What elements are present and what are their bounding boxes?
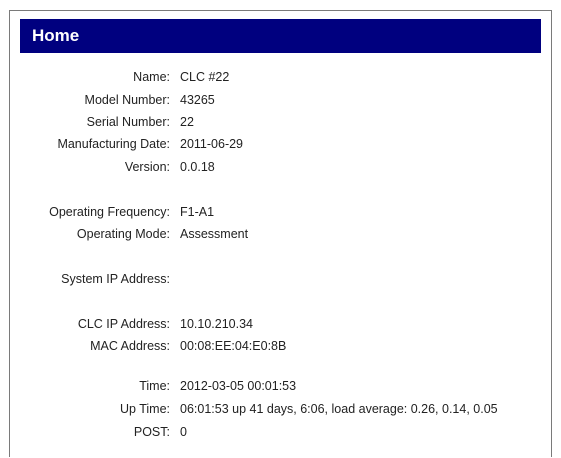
operating-mode-label: Operating Mode: <box>76 227 170 241</box>
clc-ip-label: CLC IP Address: <box>77 317 170 331</box>
page-header: Home <box>20 19 541 53</box>
mac-address-value: 00:08:EE:04:E0:8B <box>180 339 287 353</box>
operating-frequency-value: F1-A1 <box>180 205 215 219</box>
system-ip-label: System IP Address: <box>61 272 170 286</box>
up-time-value: 06:01:53 up 41 days, 6:06, load average:… <box>180 402 498 416</box>
manufacturing-date-value: 2011-06-29 <box>180 137 244 151</box>
home-panel: Home Name: CLC #22 Model Number: 43265 S… <box>9 10 552 457</box>
up-time-label: Up Time: <box>119 402 170 416</box>
name-value: CLC #22 <box>180 70 230 84</box>
post-label: POST: <box>133 425 170 439</box>
model-number-label: Model Number: <box>84 93 170 107</box>
time-value: 2012-03-05 00:01:53 <box>180 379 297 393</box>
clc-ip-value: 10.10.210.34 <box>180 317 253 331</box>
version-label: Version: <box>124 160 170 174</box>
manufacturing-date-label: Manufacturing Date: <box>57 137 170 151</box>
name-label: Name: <box>133 70 170 84</box>
operating-mode-value: Assessment <box>180 227 249 241</box>
operating-frequency-label: Operating Frequency: <box>49 205 170 219</box>
model-number-value: 43265 <box>180 93 215 107</box>
page-title: Home <box>32 26 80 45</box>
version-value: 0.0.18 <box>180 160 215 174</box>
post-value: 0 <box>180 425 187 439</box>
serial-number-value: 22 <box>180 115 194 129</box>
serial-number-label: Serial Number: <box>86 115 170 129</box>
time-label: Time: <box>139 379 170 393</box>
mac-address-label: MAC Address: <box>90 339 170 353</box>
